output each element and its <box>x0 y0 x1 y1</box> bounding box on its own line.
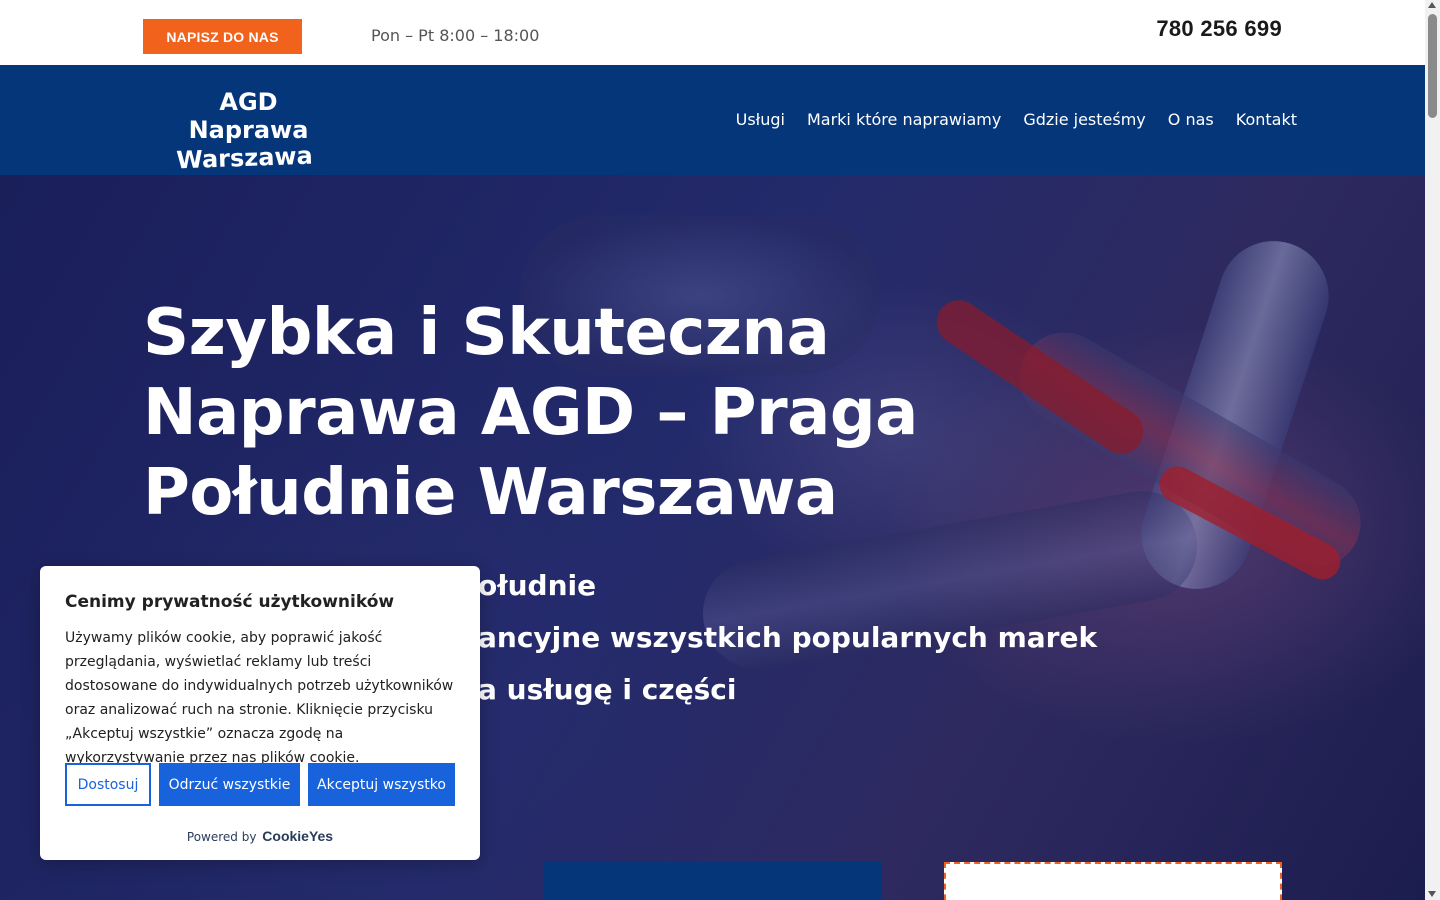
write-to-us-button[interactable]: NAPISZ DO NAS <box>143 19 302 54</box>
hero-title-line: Naprawa AGD – Praga <box>143 376 918 450</box>
scroll-thumb[interactable] <box>1428 14 1437 118</box>
cookie-title: Cenimy prywatność użytkowników <box>65 592 395 612</box>
nav-item-o-nas[interactable]: O nas <box>1168 110 1214 129</box>
main-nav: Usługi Marki które naprawiamy Gdzie jest… <box>736 110 1297 129</box>
scroll-down-icon[interactable] <box>1428 891 1436 897</box>
hero-card-outlined <box>944 862 1282 900</box>
logo-line-2: Warszawa <box>175 141 314 175</box>
cookie-customize-button[interactable]: Dostosuj <box>65 763 151 806</box>
hero-title: Szybka i Skuteczna Naprawa AGD – Praga P… <box>143 293 963 533</box>
cookie-buttons: Dostosuj Odrzuć wszystkie Akceptuj wszys… <box>65 763 455 806</box>
nav-item-kontakt[interactable]: Kontakt <box>1236 110 1297 129</box>
hero-title-line: Południe Warszawa <box>143 456 838 530</box>
opening-hours: Pon – Pt 8:00 – 18:00 <box>371 26 540 45</box>
cookie-text: Używamy plików cookie, aby poprawić jako… <box>65 630 454 766</box>
hero-card-dark <box>543 862 882 900</box>
page-scrollbar[interactable] <box>1425 0 1440 900</box>
nav-item-uslugi[interactable]: Usługi <box>736 110 785 129</box>
hero-title-line: Szybka i Skuteczna <box>143 296 830 370</box>
cookieyes-logo[interactable]: CookieYes <box>262 828 333 844</box>
top-bar: NAPISZ DO NAS Pon – Pt 8:00 – 18:00 780 … <box>0 0 1425 65</box>
cookie-accept-button[interactable]: Akceptuj wszystko <box>308 763 455 806</box>
scroll-up-icon[interactable] <box>1428 2 1436 8</box>
site-logo[interactable]: AGD Naprawa Warszawa <box>156 88 341 174</box>
nav-item-gdzie-jestesmy[interactable]: Gdzie jesteśmy <box>1023 110 1145 129</box>
powered-by-label: Powered by <box>186 830 257 844</box>
logo-line-1: AGD Naprawa <box>188 88 309 144</box>
cookie-reject-button[interactable]: Odrzuć wszystkie <box>159 763 300 806</box>
cookie-consent-banner: Cenimy prywatność użytkowników Używamy p… <box>40 566 480 860</box>
phone-number[interactable]: 780 256 699 <box>1156 16 1282 42</box>
cookie-powered-by: Powered by CookieYes <box>40 828 480 844</box>
nav-item-marki[interactable]: Marki które naprawiamy <box>807 110 1001 129</box>
